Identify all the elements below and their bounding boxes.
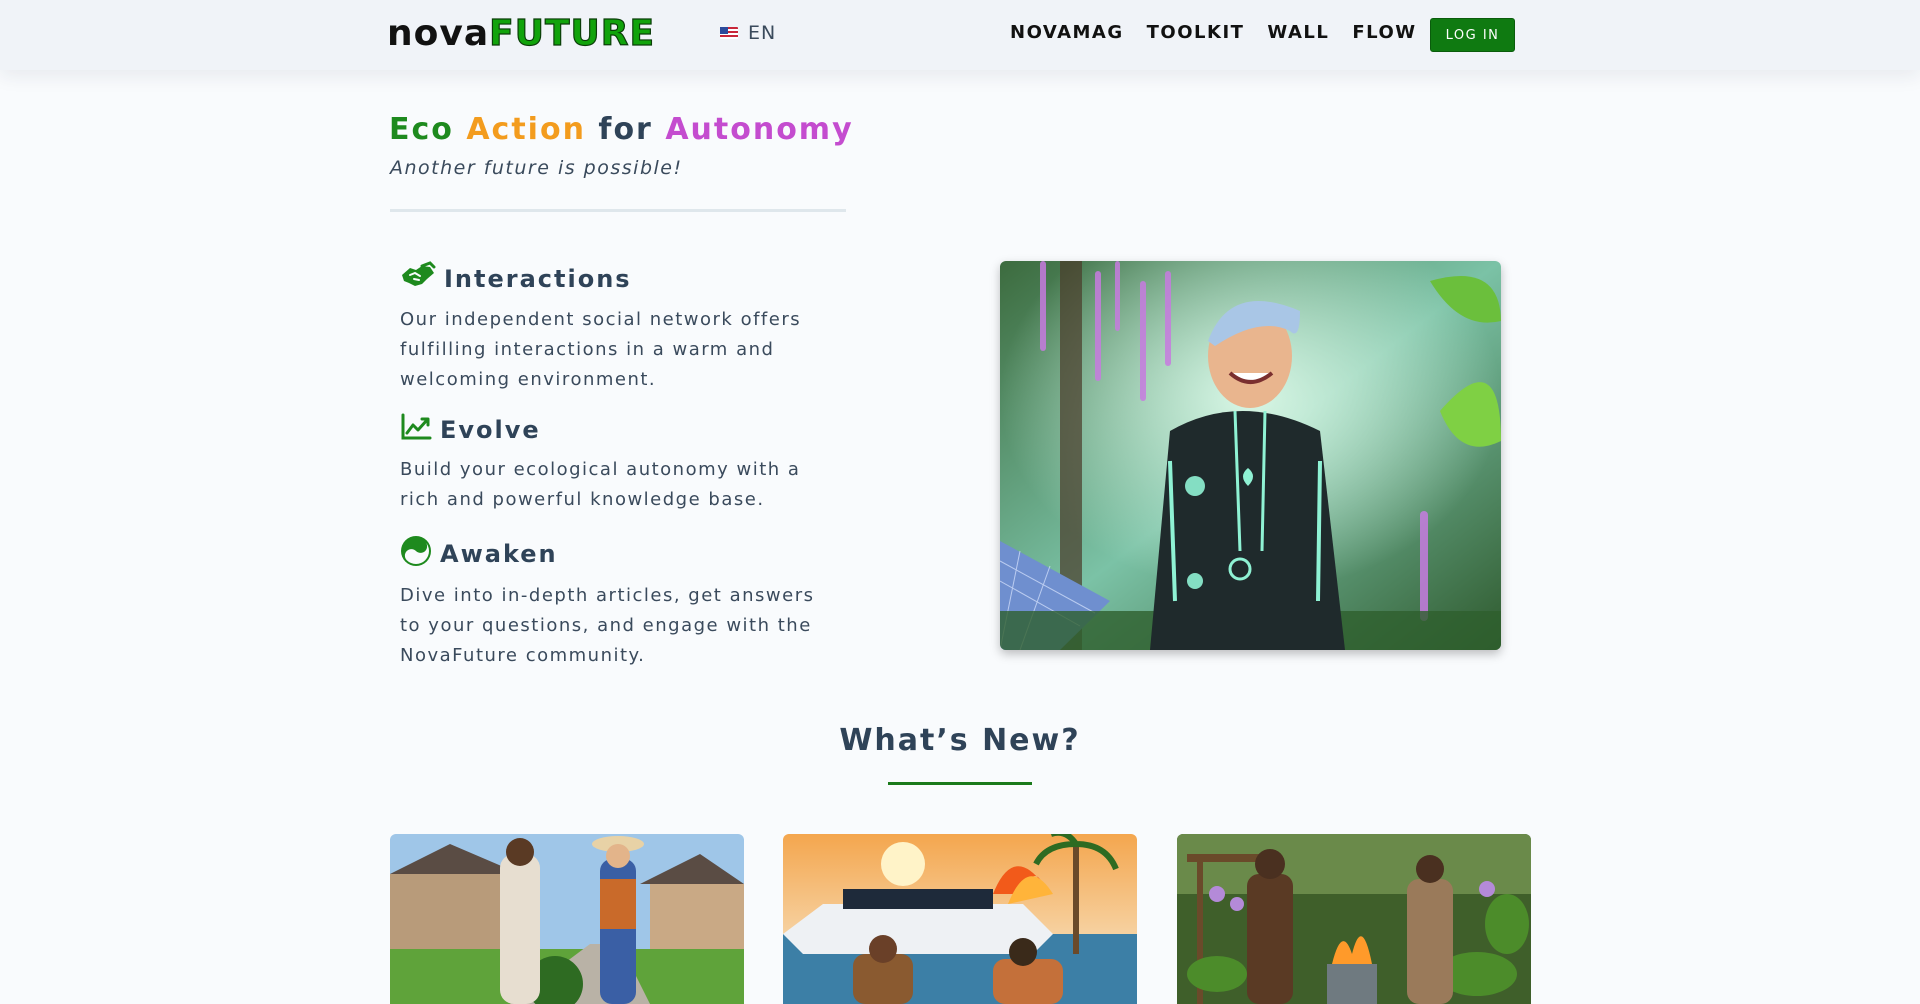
whats-new-underline — [888, 782, 1032, 785]
news-card[interactable] — [390, 834, 744, 1004]
whats-new-heading: What’s New? — [839, 723, 1081, 758]
news-card[interactable] — [1177, 834, 1531, 1004]
feature-description: Dive into in-depth articles, get answers… — [400, 585, 815, 666]
novafuture-logo[interactable]: novaFUTURE — [387, 13, 656, 54]
feature-description: Build your ecological autonomy with a ri… — [400, 459, 801, 510]
yin-yang-icon — [400, 535, 432, 573]
nav-toolkit[interactable]: TOOLKIT — [1147, 22, 1245, 43]
feature-title: Evolve — [440, 416, 541, 444]
feature-title: Awaken — [440, 540, 558, 568]
headline-word-action: Action — [466, 112, 586, 147]
nav-novamag[interactable]: NOVAMAG — [1010, 22, 1124, 43]
hero-divider — [390, 209, 846, 212]
feature-description: Our independent social network offers fu… — [400, 309, 802, 390]
chart-line-icon — [400, 413, 432, 447]
feature-interactions: Interactions Our independent social netw… — [400, 261, 840, 395]
feature-evolve: Evolve Build your ecological autonomy wi… — [400, 413, 840, 515]
us-flag-icon — [720, 27, 738, 39]
language-label: EN — [748, 22, 777, 44]
logo-nova-text: nova — [387, 13, 490, 54]
language-selector[interactable]: EN — [720, 22, 776, 44]
top-navigation-bar: novaFUTURE EN NOVAMAG TOOLKIT WALL FLOW … — [0, 0, 1920, 70]
logo-future-text: FUTURE — [489, 13, 656, 54]
hero-image — [1000, 261, 1501, 650]
headline-word-for: for — [598, 112, 653, 147]
headline-word-autonomy: Autonomy — [665, 112, 854, 147]
hero-tagline: Another future is possible! — [390, 157, 683, 179]
main-nav: NOVAMAG TOOLKIT WALL FLOW — [1010, 22, 1417, 43]
login-button[interactable]: LOG IN — [1430, 18, 1515, 52]
handshake-icon — [400, 261, 436, 297]
feature-awaken: Awaken Dive into in-depth articles, get … — [400, 535, 840, 671]
headline-word-eco: Eco — [389, 112, 454, 147]
hero-headline: Eco Action for Autonomy — [389, 112, 854, 147]
nav-wall[interactable]: WALL — [1267, 22, 1329, 43]
nav-flow[interactable]: FLOW — [1352, 22, 1416, 43]
news-card[interactable] — [783, 834, 1137, 1004]
feature-title: Interactions — [444, 265, 632, 293]
